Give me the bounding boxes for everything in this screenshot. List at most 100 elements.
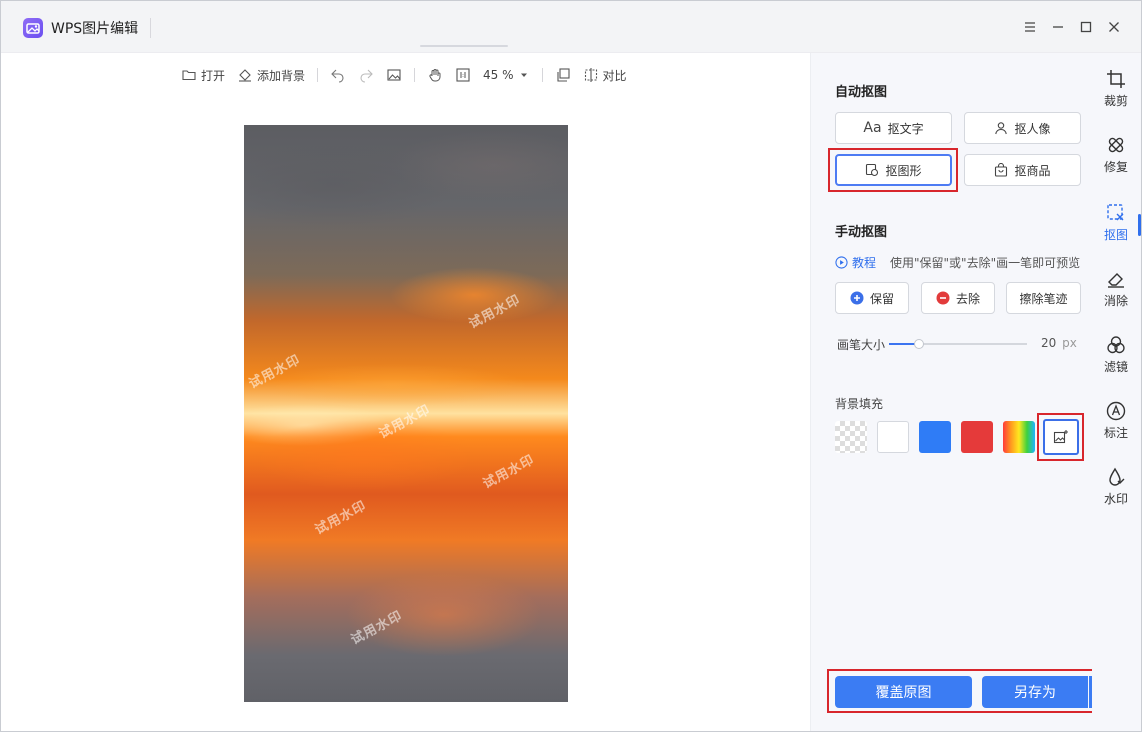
rail-watermark[interactable]: 水印 (1092, 467, 1140, 507)
filter-circles-icon (1107, 336, 1125, 354)
compare-button[interactable]: 对比 (583, 67, 627, 84)
rail-filter-label: 滤镜 (1103, 360, 1128, 374)
toolbar-divider (414, 68, 416, 82)
cut-person-button[interactable]: 抠人像 (964, 112, 1081, 144)
cut-product-label: 抠商品 (1014, 163, 1051, 178)
redo-button[interactable] (358, 67, 374, 83)
auto-cutout-title: 自动抠图 (835, 85, 888, 100)
fill-bucket-icon (239, 69, 252, 82)
rail-crop-label: 裁剪 (1103, 94, 1128, 108)
rail-cutout[interactable]: 抠图 (1092, 203, 1140, 243)
bandage-icon (1108, 137, 1124, 153)
rail-cutout-label: 抠图 (1103, 228, 1128, 242)
rail-watermark-label: 水印 (1103, 492, 1128, 506)
open-button[interactable]: 打开 (181, 67, 225, 84)
toolbar-divider (317, 68, 319, 82)
eraser-icon (1108, 273, 1124, 288)
caret-down-icon (520, 73, 527, 77)
copy-icon (556, 68, 570, 82)
erase-label: 擦除笔迹 (1019, 291, 1068, 306)
image-icon (387, 69, 401, 81)
hand-icon (429, 69, 441, 82)
shopping-bag-icon (995, 163, 1008, 177)
swatch-rainbow[interactable] (1003, 421, 1035, 453)
swatch-white[interactable] (877, 421, 909, 453)
canvas-toolbar: 打开 添加背景 45 % 对比 (181, 65, 639, 85)
tutorial-link[interactable]: 教程 (835, 254, 876, 271)
tutorial-row: 教程 使用"保留"或"去除"画一笔即可预览 (835, 254, 1080, 271)
tab-indicator (420, 45, 508, 47)
rail-annotate[interactable]: 标注 (1092, 401, 1140, 441)
cutout-panel: 自动抠图 Aa 抠文字 抠人像 抠图形 抠商品 手动抠图 教程 使用"保留"或"… (810, 53, 1119, 731)
cut-text-label: 抠文字 (887, 121, 924, 136)
close-icon (1109, 22, 1119, 32)
sunset-sky-photo[interactable]: 试用水印 试用水印 试用水印 试用水印 试用水印 试用水印 (244, 125, 568, 702)
title-bar: WPS图片编辑 (1, 1, 1141, 53)
close-button[interactable] (1102, 15, 1126, 39)
rail-erase[interactable]: 消除 (1092, 269, 1140, 309)
background-fill-label: 背景填充 (835, 397, 884, 411)
zoom-value: 45 % (483, 68, 514, 82)
manual-hint: 使用"保留"或"去除"画一笔即可预览 (890, 256, 1081, 270)
insert-image-button[interactable] (386, 67, 402, 83)
canvas-area: 打开 添加背景 45 % 对比 试用水印 试用水印 试用水印 试用水印 试用水印… (1, 53, 810, 731)
undo-icon (331, 69, 344, 83)
minimize-button[interactable] (1046, 15, 1070, 39)
cut-product-button[interactable]: 抠商品 (964, 154, 1081, 186)
keep-brush-button[interactable]: 保留 (835, 282, 909, 314)
rail-erase-label: 消除 (1103, 294, 1128, 308)
person-icon (995, 122, 1008, 135)
rail-repair-label: 修复 (1103, 160, 1128, 174)
cutout-icon (1107, 204, 1124, 221)
minus-circle-icon (936, 291, 950, 305)
keep-label: 保留 (869, 291, 894, 306)
rail-active-indicator (1138, 214, 1141, 236)
copy-button[interactable] (555, 67, 571, 83)
tutorial-label: 教程 (852, 256, 877, 270)
undo-button[interactable] (330, 67, 346, 83)
app-title: WPS图片编辑 (51, 21, 139, 37)
brush-size-handle[interactable] (914, 339, 925, 349)
brush-size-number: 20 (1041, 336, 1057, 350)
highlight-box (828, 148, 958, 192)
toolbar-divider (541, 68, 543, 82)
play-circle-icon (835, 256, 848, 269)
brush-size-unit: px (1062, 336, 1077, 350)
title-divider (150, 18, 151, 38)
brush-size-value: 20 px (1041, 336, 1077, 350)
maximize-icon (1080, 21, 1092, 33)
swatch-blue[interactable] (919, 421, 951, 453)
add-background-button[interactable]: 添加背景 (237, 67, 305, 84)
hamburger-icon (1025, 22, 1035, 32)
cut-text-button[interactable]: Aa 抠文字 (835, 112, 952, 144)
remove-brush-button[interactable]: 去除 (921, 282, 995, 314)
remove-label: 去除 (955, 291, 980, 306)
add-background-label: 添加背景 (257, 68, 306, 83)
menu-button[interactable] (1018, 15, 1042, 39)
actual-size-icon (456, 68, 470, 82)
annotate-icon (1106, 401, 1126, 421)
rail-filter[interactable]: 滤镜 (1092, 335, 1140, 375)
crop-icon (1107, 70, 1125, 88)
rail-repair[interactable]: 修复 (1092, 135, 1140, 175)
brush-size-label: 画笔大小 (837, 338, 886, 352)
pan-button[interactable] (427, 67, 443, 83)
compare-icon (584, 68, 597, 82)
rail-annotate-label: 标注 (1103, 426, 1128, 440)
redo-icon (360, 69, 373, 83)
app-window: WPS图片编辑 打开 添加背景 45 % 对比 试用水印 试用水印 试用水印 试… (0, 0, 1142, 732)
maximize-button[interactable] (1074, 15, 1098, 39)
swatch-red[interactable] (961, 421, 993, 453)
app-logo-icon (23, 18, 43, 38)
plus-circle-icon (850, 291, 864, 305)
cut-person-label: 抠人像 (1014, 121, 1051, 136)
manual-cutout-title: 手动抠图 (835, 225, 888, 240)
swatch-transparent[interactable] (835, 421, 867, 453)
erase-strokes-button[interactable]: 擦除笔迹 (1006, 282, 1081, 314)
brush-size-slider[interactable] (889, 339, 1027, 349)
rail-crop[interactable]: 裁剪 (1092, 69, 1140, 109)
text-aa-icon: Aa (863, 120, 882, 136)
zoom-select[interactable]: 45 % (483, 68, 528, 82)
open-label: 打开 (201, 68, 226, 83)
actual-size-button[interactable] (455, 67, 471, 83)
